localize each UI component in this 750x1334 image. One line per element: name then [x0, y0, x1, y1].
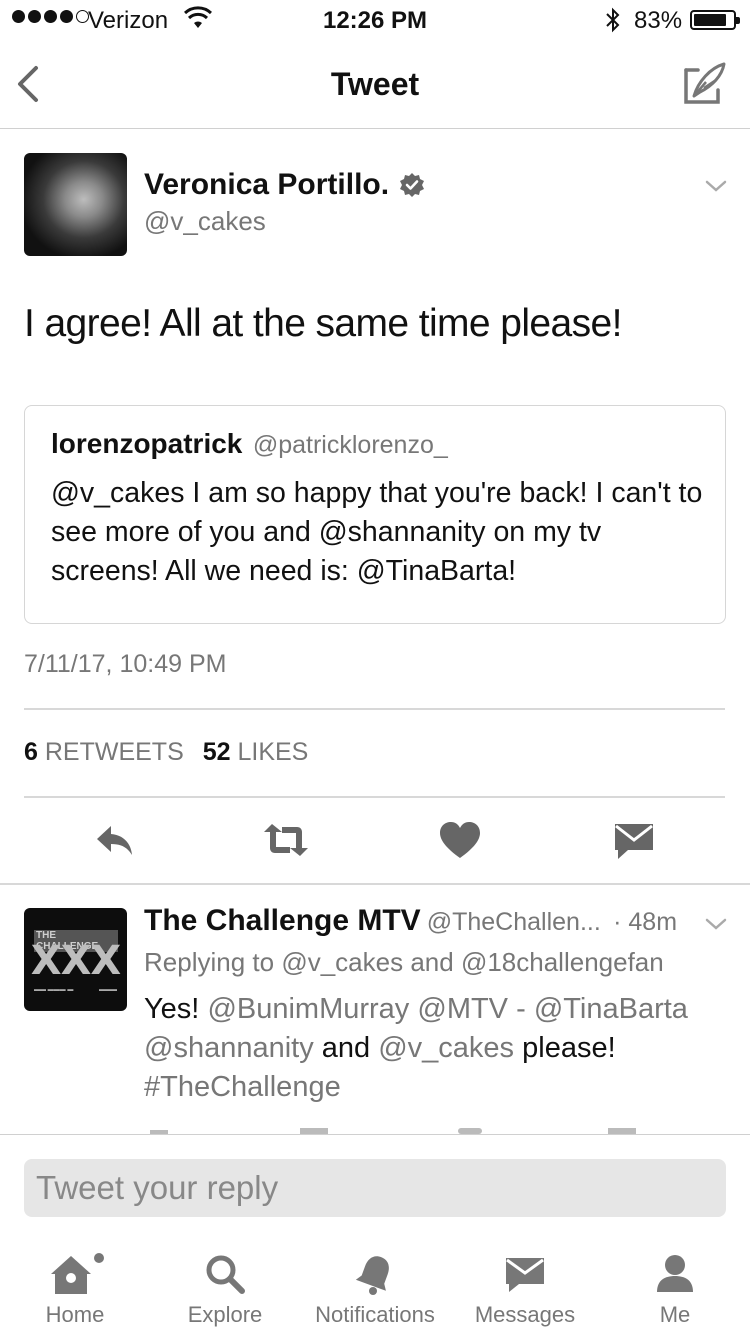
likes-stat[interactable]: 52 LIKES: [203, 738, 309, 766]
author-name-row[interactable]: Veronica Portillo.: [144, 168, 425, 202]
reply-icon[interactable]: [91, 818, 139, 862]
tab-label: Messages: [474, 1302, 576, 1327]
reply-actions-partial: [150, 1128, 636, 1134]
battery-fill: [694, 14, 726, 26]
reply-time: · 48m: [613, 908, 678, 936]
tweet-timestamp: 7/11/17, 10:49 PM: [24, 650, 227, 678]
reply-composer-bar: [0, 1134, 750, 1238]
mention-link[interactable]: @BunimMurray: [207, 993, 409, 1025]
retweets-stat[interactable]: 6 RETWEETS: [24, 738, 184, 766]
retweets-count: 6: [24, 738, 38, 766]
reply-text-segment: -: [516, 993, 526, 1025]
nav-bar: Tweet: [0, 40, 750, 129]
tab-messages[interactable]: Messages: [450, 1238, 600, 1334]
reply-author-handle[interactable]: @TheChallen...: [427, 908, 601, 936]
tweet-stats: 6 RETWEETS 52 LIKES: [24, 738, 308, 767]
envelope-icon: [506, 1258, 544, 1292]
retweet-icon[interactable]: [262, 818, 310, 862]
avatar-title-label: XXX: [30, 938, 122, 984]
tweet-text: I agree! All at the same time please!: [24, 302, 622, 345]
quoted-tweet-text: @v_cakes I am so happy that you're back!…: [51, 477, 703, 587]
battery-icon: [690, 10, 740, 30]
bell-icon: [355, 1256, 389, 1295]
tab-label: Explore: [187, 1302, 263, 1327]
retweets-label: RETWEETS: [44, 738, 184, 766]
quoted-author-name: lorenzopatrick: [51, 428, 243, 459]
quoted-author-handle: @patricklorenzo_: [252, 431, 448, 459]
author-name: Veronica Portillo.: [144, 168, 390, 201]
heart-icon[interactable]: [436, 818, 484, 862]
mention-link[interactable]: @MTV: [417, 993, 508, 1025]
divider: [24, 796, 725, 798]
author-handle[interactable]: @v_cakes: [144, 206, 266, 237]
reply-header: The Challenge MTV @TheChallen... · 48m: [144, 904, 677, 938]
replying-to-user[interactable]: @18challengefan: [461, 947, 664, 977]
tab-label: Me: [659, 1302, 691, 1327]
search-icon: [206, 1255, 245, 1294]
quoted-tweet-header: lorenzopatrick @patricklorenzo_: [51, 428, 448, 460]
chevron-down-icon[interactable]: [704, 176, 728, 196]
tab-label: Notifications: [315, 1302, 435, 1327]
reply-text-segment: and: [321, 1032, 371, 1064]
divider: [0, 883, 750, 885]
reply-author-name[interactable]: The Challenge MTV: [144, 904, 421, 937]
compose-quill-icon[interactable]: [682, 60, 728, 106]
message-icon[interactable]: [610, 818, 658, 862]
reply-tweet-text: Yes! @BunimMurray @MTV - @TinaBarta @sha…: [144, 990, 734, 1107]
divider: [24, 708, 725, 710]
replying-to-prefix: Replying to: [144, 947, 275, 977]
reply-text-segment: Yes!: [144, 993, 200, 1025]
battery-percent: 83%: [634, 7, 683, 34]
tab-bar: Home Explore Notifications Messages Me: [0, 1238, 750, 1334]
likes-count: 52: [202, 738, 231, 766]
replying-to-and: and: [410, 947, 454, 977]
tab-notifications[interactable]: Notifications: [300, 1238, 450, 1334]
replying-to-user[interactable]: @v_cakes: [281, 947, 403, 977]
tab-me[interactable]: Me: [600, 1238, 750, 1334]
tab-explore[interactable]: Explore: [150, 1238, 300, 1334]
hashtag-link[interactable]: #TheChallenge: [144, 1071, 341, 1103]
page-title: Tweet: [330, 66, 420, 102]
replying-to-line: Replying to @v_cakes and @18challengefan: [144, 947, 664, 978]
status-bar: Verizon 12:26 PM 83%: [0, 0, 750, 40]
mention-link[interactable]: @TinaBarta: [534, 993, 688, 1025]
verified-badge-icon: [400, 173, 425, 197]
reply-input[interactable]: [24, 1159, 726, 1217]
tab-label: Home: [45, 1302, 105, 1327]
chevron-down-icon[interactable]: [704, 914, 728, 934]
reply-text-segment: please!: [522, 1032, 616, 1064]
reply-author-avatar[interactable]: THE CHALLENGE XXX ▬▬ ▬▬▬ ▬ ▬▬▬: [24, 908, 127, 1011]
mention-link[interactable]: @v_cakes: [378, 1032, 514, 1064]
author-avatar[interactable]: [24, 153, 127, 256]
tab-home[interactable]: Home: [0, 1238, 150, 1334]
likes-label: LIKES: [237, 738, 309, 766]
mention-link[interactable]: @shannanity: [144, 1032, 314, 1064]
home-icon: [51, 1253, 104, 1294]
quoted-tweet-card[interactable]: lorenzopatrick @patricklorenzo_ @v_cakes…: [24, 405, 726, 624]
person-icon: [657, 1255, 693, 1292]
bluetooth-icon: [606, 7, 620, 33]
